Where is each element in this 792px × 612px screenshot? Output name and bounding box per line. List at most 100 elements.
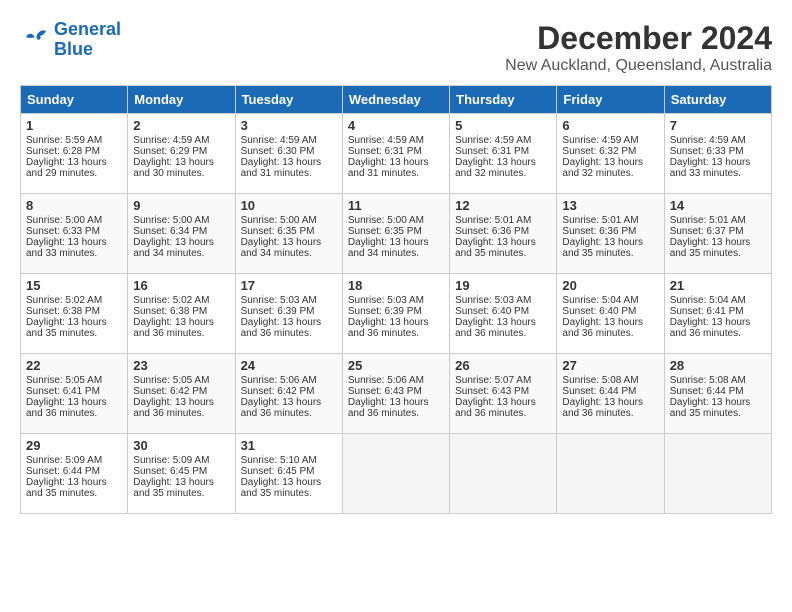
sunrise-text: Sunrise: 5:01 AM [455, 215, 531, 226]
sunrise-text: Sunrise: 4:59 AM [348, 135, 424, 146]
daylight-text: Daylight: 13 hours and 33 minutes. [670, 157, 751, 179]
sunset-text: Sunset: 6:40 PM [562, 306, 636, 317]
sunset-text: Sunset: 6:30 PM [241, 146, 315, 157]
sunset-text: Sunset: 6:43 PM [455, 386, 529, 397]
sunset-text: Sunset: 6:35 PM [241, 226, 315, 237]
sunrise-text: Sunrise: 4:59 AM [670, 135, 746, 146]
day-number: 4 [348, 118, 444, 133]
daylight-text: Daylight: 13 hours and 36 minutes. [241, 317, 322, 339]
sunrise-text: Sunrise: 5:59 AM [26, 135, 102, 146]
day-number: 30 [133, 438, 229, 453]
calendar-cell [342, 434, 449, 514]
day-number: 19 [455, 278, 551, 293]
calendar-cell [450, 434, 557, 514]
day-number: 6 [562, 118, 658, 133]
calendar-cell: 5Sunrise: 4:59 AMSunset: 6:31 PMDaylight… [450, 114, 557, 194]
day-number: 5 [455, 118, 551, 133]
daylight-text: Daylight: 13 hours and 35 minutes. [562, 237, 643, 259]
calendar-cell: 25Sunrise: 5:06 AMSunset: 6:43 PMDayligh… [342, 354, 449, 434]
sunset-text: Sunset: 6:41 PM [26, 386, 100, 397]
calendar-week-1: 1 Sunrise: 5:59 AMSunset: 6:28 PM Daylight… [21, 114, 772, 194]
day-number: 16 [133, 278, 229, 293]
calendar-cell: 20Sunrise: 5:04 AMSunset: 6:40 PMDayligh… [557, 274, 664, 354]
daylight-text: Daylight: 13 hours and 36 minutes. [26, 397, 107, 419]
calendar-cell [664, 434, 771, 514]
calendar-cell: 21Sunrise: 5:04 AMSunset: 6:41 PMDayligh… [664, 274, 771, 354]
calendar-cell: 2Sunrise: 4:59 AMSunset: 6:29 PMDaylight… [128, 114, 235, 194]
logo-icon [20, 25, 50, 55]
calendar-cell: 3Sunrise: 4:59 AMSunset: 6:30 PMDaylight… [235, 114, 342, 194]
day-number: 24 [241, 358, 337, 373]
sunset-text: Sunset: 6:38 PM [133, 306, 207, 317]
day-number: 21 [670, 278, 766, 293]
calendar-cell: 31Sunrise: 5:10 AMSunset: 6:45 PMDayligh… [235, 434, 342, 514]
daylight-text: Daylight: 13 hours and 36 minutes. [241, 397, 322, 419]
daylight-text: Daylight: 13 hours and 35 minutes. [241, 477, 322, 499]
day-number: 22 [26, 358, 122, 373]
column-header-monday: Monday [128, 86, 235, 114]
sunrise-text: Sunrise: 5:06 AM [348, 375, 424, 386]
day-number: 27 [562, 358, 658, 373]
daylight-text: Daylight: 13 hours and 35 minutes. [133, 477, 214, 499]
sunrise-text: Sunrise: 5:08 AM [670, 375, 746, 386]
calendar-cell: 28Sunrise: 5:08 AMSunset: 6:44 PMDayligh… [664, 354, 771, 434]
sunrise-text: Sunrise: 5:02 AM [26, 295, 102, 306]
location-title: New Auckland, Queensland, Australia [505, 57, 772, 75]
calendar-cell: 6 Sunrise: 4:59 AMSunset: 6:32 PMDaylight… [557, 114, 664, 194]
calendar-cell: 29Sunrise: 5:09 AMSunset: 6:44 PMDayligh… [21, 434, 128, 514]
sunset-text: Sunset: 6:45 PM [133, 466, 207, 477]
day-number: 28 [670, 358, 766, 373]
daylight-text: Daylight: 13 hours and 36 minutes. [348, 397, 429, 419]
calendar-cell: 15Sunrise: 5:02 AMSunset: 6:38 PMDayligh… [21, 274, 128, 354]
calendar-cell [557, 434, 664, 514]
sunset-text: Sunset: 6:38 PM [26, 306, 100, 317]
logo-text: General Blue [54, 20, 121, 60]
calendar-cell: 16 Sunrise: 5:02 AMSunset: 6:38 PMDayligh… [128, 274, 235, 354]
sunset-text: Sunset: 6:40 PM [455, 306, 529, 317]
sunrise-text: Sunrise: 5:07 AM [455, 375, 531, 386]
calendar-week-3: 15Sunrise: 5:02 AMSunset: 6:38 PMDayligh… [21, 274, 772, 354]
sunrise-text: Sunrise: 5:09 AM [133, 455, 209, 466]
sunset-text: Sunset: 6:44 PM [26, 466, 100, 477]
sunrise-text: Sunrise: 4:59 AM [133, 135, 209, 146]
sunset-text: Sunset: 6:28 PM [26, 146, 100, 157]
calendar-cell: 18Sunrise: 5:03 AMSunset: 6:39 PMDayligh… [342, 274, 449, 354]
day-number: 14 [670, 198, 766, 213]
sunset-text: Sunset: 6:41 PM [670, 306, 744, 317]
sunset-text: Sunset: 6:32 PM [562, 146, 636, 157]
column-header-sunday: Sunday [21, 86, 128, 114]
sunrise-text: Sunrise: 5:00 AM [241, 215, 317, 226]
sunset-text: Sunset: 6:42 PM [241, 386, 315, 397]
daylight-text: Daylight: 13 hours and 32 minutes. [455, 157, 536, 179]
daylight-text: Daylight: 13 hours and 36 minutes. [562, 397, 643, 419]
column-header-friday: Friday [557, 86, 664, 114]
daylight-text: Daylight: 13 hours and 31 minutes. [241, 157, 322, 179]
daylight-text: Daylight: 13 hours and 32 minutes. [562, 157, 643, 179]
day-number: 15 [26, 278, 122, 293]
sunset-text: Sunset: 6:36 PM [562, 226, 636, 237]
sunrise-text: Sunrise: 5:02 AM [133, 295, 209, 306]
day-number: 1 [26, 118, 122, 133]
day-number: 13 [562, 198, 658, 213]
sunrise-text: Sunrise: 5:03 AM [348, 295, 424, 306]
column-header-thursday: Thursday [450, 86, 557, 114]
daylight-text: Daylight: 13 hours and 35 minutes. [670, 237, 751, 259]
day-number: 11 [348, 198, 444, 213]
daylight-text: Daylight: 13 hours and 31 minutes. [348, 157, 429, 179]
daylight-text: Daylight: 13 hours and 36 minutes. [133, 317, 214, 339]
sunrise-text: Sunrise: 4:59 AM [562, 135, 638, 146]
day-number: 12 [455, 198, 551, 213]
calendar-cell: 24 Sunrise: 5:06 AMSunset: 6:42 PMDayligh… [235, 354, 342, 434]
daylight-text: Daylight: 13 hours and 36 minutes. [348, 317, 429, 339]
calendar-cell: 17Sunrise: 5:03 AMSunset: 6:39 PMDayligh… [235, 274, 342, 354]
sunset-text: Sunset: 6:29 PM [133, 146, 207, 157]
calendar-table: SundayMondayTuesdayWednesdayThursdayFrid… [20, 85, 772, 514]
daylight-text: Daylight: 13 hours and 36 minutes. [562, 317, 643, 339]
sunrise-text: Sunrise: 5:03 AM [455, 295, 531, 306]
sunrise-text: Sunrise: 5:00 AM [26, 215, 102, 226]
day-number: 7 [670, 118, 766, 133]
sunrise-text: Sunrise: 5:06 AM [241, 375, 317, 386]
column-header-saturday: Saturday [664, 86, 771, 114]
day-number: 18 [348, 278, 444, 293]
sunset-text: Sunset: 6:36 PM [455, 226, 529, 237]
